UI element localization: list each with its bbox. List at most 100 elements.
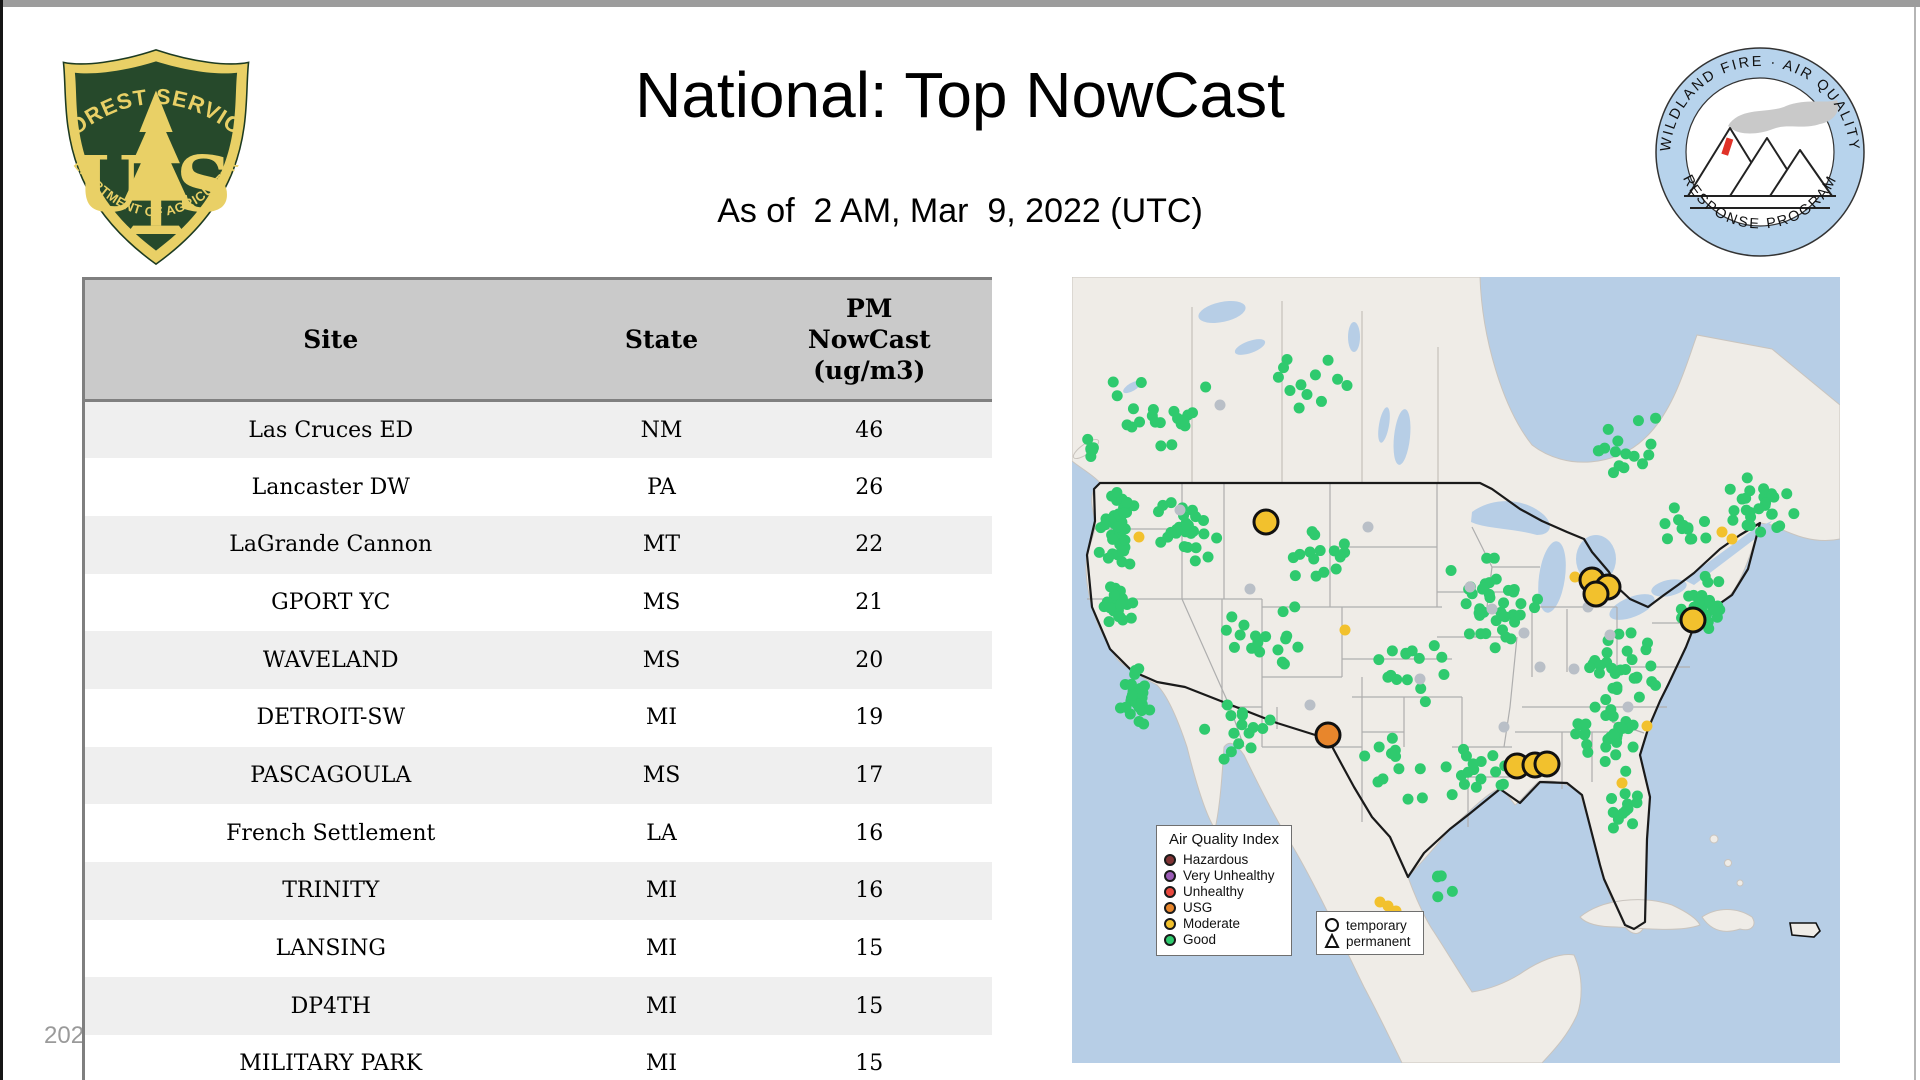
aqi-legend-item: Very Unhealthy (1164, 868, 1284, 883)
good-site-dot (1386, 645, 1398, 657)
good-site-dot (1515, 598, 1527, 610)
good-site-dot (1166, 439, 1178, 451)
good-site-dot (1289, 601, 1301, 613)
good-site-dot (1419, 696, 1431, 708)
state-cell: MI (576, 919, 747, 978)
good-site-dot (1220, 624, 1232, 636)
good-site-dot (1401, 674, 1413, 686)
good-site-dot (1197, 514, 1209, 526)
good-site-dot (1678, 519, 1690, 531)
good-site-dot (1498, 597, 1510, 609)
good-site-dot (1245, 742, 1257, 754)
good-site-dot (1683, 590, 1695, 602)
very-unhealthy-dot-icon (1164, 869, 1176, 882)
good-site-dot (1124, 558, 1136, 570)
good-site-dot (1228, 641, 1240, 653)
aqi-legend-item: Unhealthy (1164, 884, 1284, 899)
good-site-dot (1181, 520, 1193, 532)
state-cell: MS (576, 573, 747, 632)
good-site-dot (1330, 563, 1342, 575)
good-site-dot (1119, 534, 1131, 546)
pm-nowcast-cell: 20 (746, 631, 992, 689)
state-cell: NM (576, 400, 747, 459)
good-site-dot (1610, 749, 1622, 761)
right-border-line (1914, 7, 1916, 1080)
good-site-dot (1406, 645, 1418, 657)
good-site-dot (1728, 505, 1740, 517)
table-row: DETROIT-SW MI 19 (83, 688, 992, 747)
good-site-dot (1093, 546, 1105, 558)
good-site-dot (1373, 654, 1385, 666)
good-site-dot (1460, 598, 1472, 610)
usg-dot-icon (1164, 901, 1176, 914)
good-site-dot (1599, 756, 1611, 768)
good-site-dot (1489, 642, 1501, 654)
good-site-dot (1659, 518, 1671, 530)
moderate-dot-icon (1164, 917, 1176, 930)
table-row: Las Cruces ED NM 46 (83, 400, 992, 459)
pm-nowcast-cell: 15 (746, 919, 992, 978)
good-site-dot (1225, 710, 1237, 722)
good-site-dot (1385, 669, 1397, 681)
good-site-dot (1386, 748, 1398, 760)
inactive-site-dot (1486, 603, 1498, 615)
pm-nowcast-cell: 26 (746, 458, 992, 516)
site-cell: PASCAGOULA (83, 746, 577, 805)
site-type-temporary: temporary (1324, 917, 1416, 933)
slide: FOREST SERVICE DEPARTMENT OF AGRICULTURE… (0, 0, 1920, 1080)
good-site-dot (1359, 750, 1371, 762)
good-site-dot (1257, 723, 1269, 735)
aqi-legend-item: Hazardous (1164, 852, 1284, 867)
site-cell: DP4TH (83, 977, 577, 1036)
good-site-dot (1155, 536, 1167, 548)
good-site-dot (1250, 630, 1262, 642)
good-site-dot (1478, 582, 1490, 594)
inactive-site-dot (1622, 701, 1634, 713)
state-cell: LA (576, 804, 747, 862)
good-site-dot (1643, 449, 1655, 461)
moderate-site-dot (1374, 896, 1386, 908)
good-site-dot (1341, 379, 1353, 391)
good-site-dot (1607, 710, 1619, 722)
nowcast-table: Site State PM NowCast (ug/m3) Las Cruces… (82, 277, 992, 1080)
good-site-dot (1640, 644, 1652, 656)
good-site-dot (1626, 654, 1638, 666)
temporary-circle-icon (1325, 918, 1339, 932)
inactive-site-dot (1534, 661, 1546, 673)
state-cell: MI (576, 688, 747, 747)
good-site-dot (1233, 738, 1245, 750)
good-site-dot (1284, 385, 1296, 397)
good-site-dot (1221, 699, 1233, 711)
good-site-dot (1632, 415, 1644, 427)
good-site-dot (1309, 369, 1321, 381)
good-site-dot (1278, 362, 1290, 374)
site-type-permanent-label: permanent (1346, 933, 1411, 949)
good-site-dot (1601, 647, 1613, 659)
permanent-triangle-icon (1324, 933, 1340, 948)
good-site-dot (1189, 555, 1201, 567)
good-site-dot (1393, 763, 1405, 775)
site-cell: Las Cruces ED (83, 400, 577, 459)
column-header-pm-label: PM NowCast (ug/m3) (807, 293, 931, 386)
good-site-dot (1236, 719, 1248, 731)
good-site-dot (1228, 727, 1240, 739)
good-site-dot (1103, 616, 1115, 628)
state-cell: MT (576, 515, 747, 574)
pm-nowcast-cell: 17 (746, 746, 992, 805)
aqi-legend-item-label: Hazardous (1183, 852, 1249, 867)
good-site-dot (1684, 533, 1696, 545)
pm-nowcast-cell: 19 (746, 688, 992, 747)
inactive-site-dot (1414, 673, 1426, 685)
good-site-dot (1172, 412, 1184, 424)
good-site-dot (1611, 681, 1623, 693)
national-aqi-map: Air Quality Index Hazardous Very Unhealth… (1072, 277, 1840, 1063)
good-site-dot (1463, 628, 1475, 640)
good-site-dot (1199, 723, 1211, 735)
good-site-dot (1668, 502, 1680, 514)
good-site-dot (1082, 433, 1094, 445)
good-site-dot (1414, 763, 1426, 775)
good-site-dot (1744, 485, 1756, 497)
good-site-dot (1105, 581, 1117, 593)
good-site-dot (1436, 651, 1448, 663)
column-header-pm-nowcast: PM NowCast (ug/m3) (746, 278, 992, 402)
